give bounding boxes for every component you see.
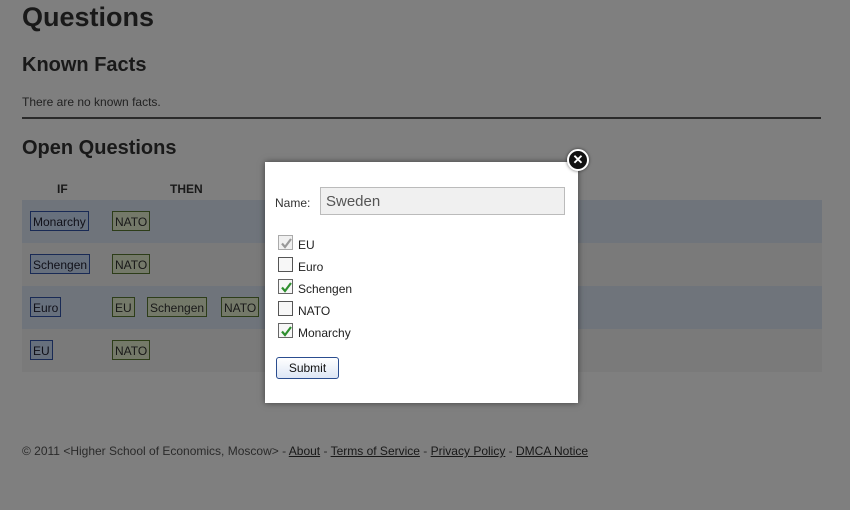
add-question-dialog: Name: EU Euro Schengen NATO Monarchy bbox=[265, 162, 578, 403]
check-icon bbox=[281, 326, 292, 337]
name-label: Name: bbox=[275, 196, 311, 210]
submit-button[interactable]: Submit bbox=[276, 357, 339, 379]
close-icon[interactable]: ✕ bbox=[567, 149, 589, 171]
checkbox-nato[interactable] bbox=[278, 301, 293, 316]
checkbox-schengen[interactable] bbox=[278, 279, 293, 294]
name-input[interactable] bbox=[320, 187, 565, 215]
checkbox-eu[interactable] bbox=[278, 235, 293, 250]
option-label: NATO bbox=[298, 304, 331, 318]
checkbox-euro[interactable] bbox=[278, 257, 293, 272]
checkbox-monarchy[interactable] bbox=[278, 323, 293, 338]
option-label: EU bbox=[298, 238, 315, 252]
option-label: Euro bbox=[298, 260, 324, 274]
option-label: Schengen bbox=[298, 282, 353, 296]
option-label: Monarchy bbox=[298, 326, 351, 340]
check-icon bbox=[281, 282, 292, 293]
check-icon bbox=[281, 238, 292, 249]
